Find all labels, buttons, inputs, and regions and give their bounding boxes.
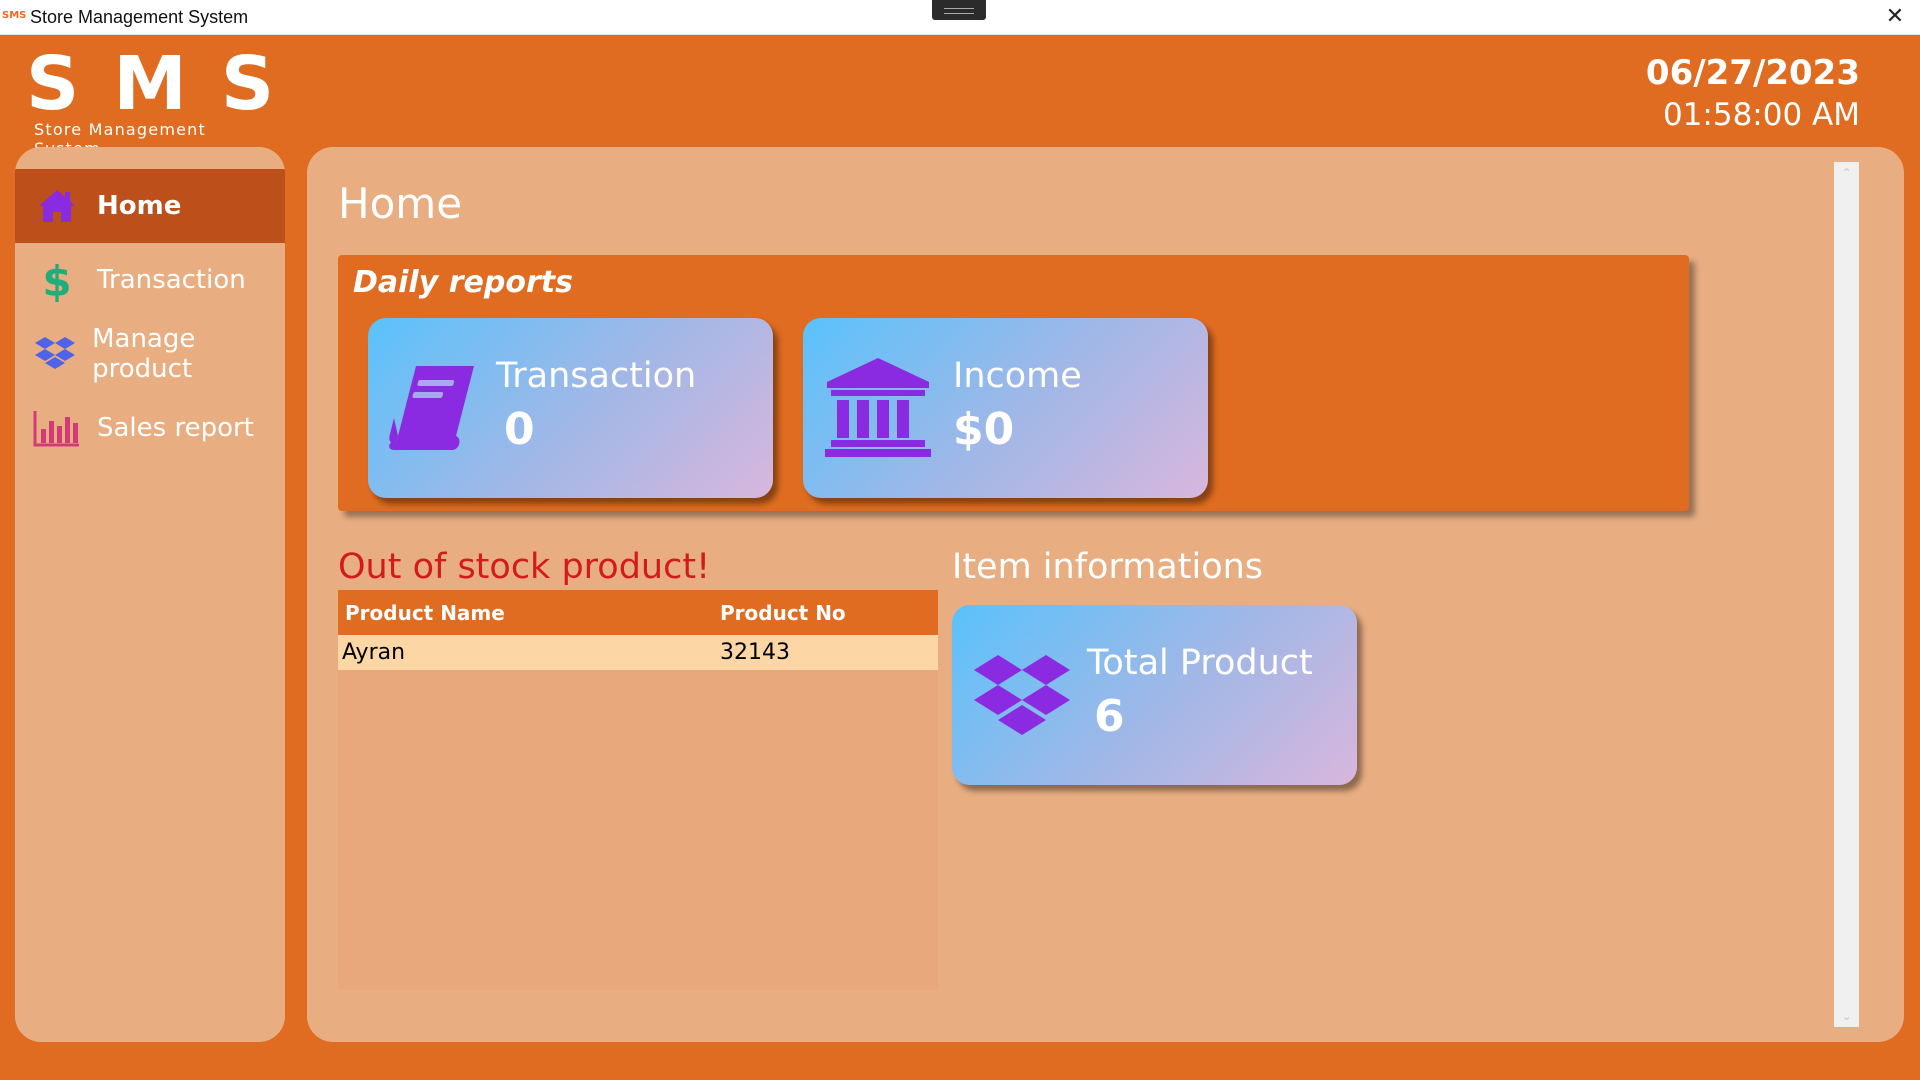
cell-product-no: 32143 — [720, 640, 790, 665]
income-card: Income $0 — [803, 318, 1208, 498]
logo-letters: SMS — [26, 41, 309, 127]
table-row[interactable]: Ayran 32143 — [338, 635, 938, 670]
out-of-stock-table: Product Name Product No Ayran 32143 — [338, 590, 938, 990]
income-card-title: Income — [953, 356, 1082, 396]
current-time: 01:58:00 AM — [1662, 97, 1860, 133]
app-icon: SMS — [2, 10, 27, 21]
page-title: Home — [338, 179, 463, 228]
sidebar-item-sales-report[interactable]: Sales report — [15, 391, 285, 465]
bank-icon — [823, 356, 933, 457]
current-date: 06/27/2023 — [1645, 53, 1860, 93]
transaction-card: Transaction 0 — [368, 318, 773, 498]
sidebar-item-home[interactable]: Home — [15, 169, 285, 243]
transaction-card-title: Transaction — [496, 356, 697, 396]
bar-chart-icon — [29, 406, 85, 450]
sidebar-item-label: Manage product — [92, 324, 196, 384]
svg-text:$: $ — [42, 258, 71, 302]
main-panel: Home Daily reports Transaction 0 Income … — [307, 147, 1904, 1042]
book-icon — [386, 358, 486, 458]
total-product-value: 6 — [1094, 691, 1125, 742]
item-informations-title: Item informations — [952, 547, 1264, 587]
window-title: Store Management System — [30, 7, 249, 27]
column-header-product-name[interactable]: Product Name — [338, 601, 720, 625]
close-button[interactable]: ✕ — [1870, 0, 1920, 34]
datetime: 06/27/2023 01:58:00 AM — [1646, 52, 1860, 136]
total-product-title: Total Product — [1087, 643, 1313, 683]
sidebar: Home $ Transaction Manage product Sales … — [15, 147, 285, 1042]
table-header: Product Name Product No — [338, 590, 938, 635]
cell-product-name: Ayran — [342, 640, 406, 665]
title-bar: SMS Store Management System ✕ — [0, 0, 1920, 35]
sidebar-item-transaction[interactable]: $ Transaction — [15, 243, 285, 317]
dollar-icon: $ — [29, 258, 85, 302]
sidebar-item-label: Sales report — [97, 413, 254, 443]
scroll-up-icon[interactable]: ⌃ — [1834, 162, 1859, 184]
vertical-scrollbar[interactable]: ⌃ ⌄ — [1834, 162, 1859, 1027]
window-drag-handle[interactable] — [932, 0, 986, 20]
daily-reports-panel: Daily reports Transaction 0 Income $0 — [338, 255, 1689, 511]
dropbox-icon — [29, 332, 80, 376]
sidebar-item-label: Home — [97, 191, 182, 221]
daily-reports-header: Daily reports — [353, 265, 573, 300]
income-card-value: $0 — [953, 404, 1015, 455]
column-header-product-no[interactable]: Product No — [720, 601, 930, 625]
scroll-down-icon[interactable]: ⌄ — [1834, 1005, 1859, 1027]
sidebar-item-label: Transaction — [97, 265, 246, 295]
total-product-card: Total Product 6 — [952, 605, 1357, 785]
home-icon — [29, 184, 85, 228]
logo: SMS Store Management System — [26, 44, 276, 158]
sidebar-item-manage-product[interactable]: Manage product — [15, 317, 285, 391]
transaction-card-value: 0 — [504, 404, 535, 455]
dropbox-icon — [974, 651, 1074, 751]
out-of-stock-title: Out of stock product! — [338, 547, 711, 587]
